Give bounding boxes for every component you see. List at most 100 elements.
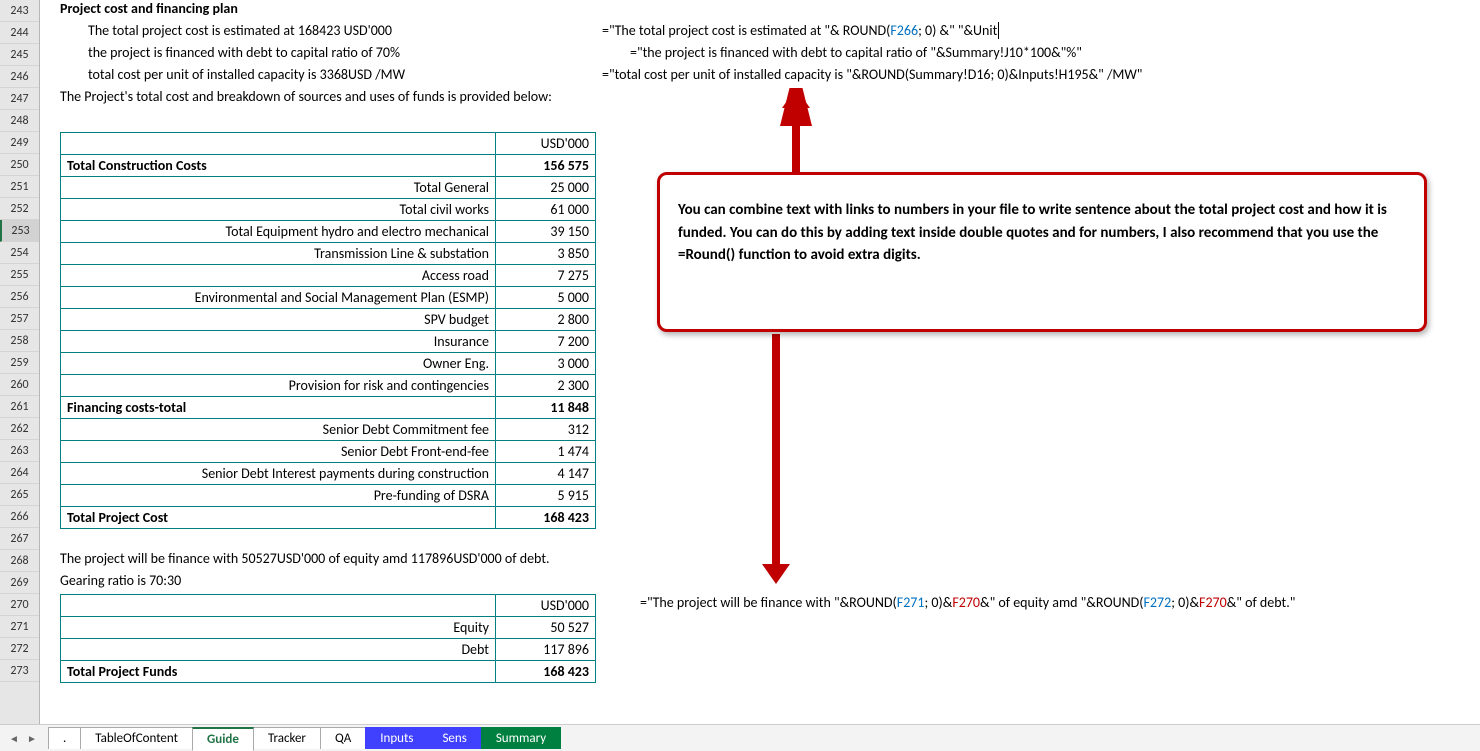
row-header[interactable]: 265 [0,484,39,506]
table-header-unit: USD'000 [496,133,596,155]
arrow-up-icon [776,88,816,178]
row-header[interactable]: 267 [0,528,39,550]
tab-tableofcontent[interactable]: TableOfContent [80,727,193,749]
help-callout: You can combine text with links to numbe… [657,172,1427,332]
table-row: Provision for risk and contingencies2 30… [61,375,596,397]
row-header[interactable]: 252 [0,198,39,220]
cost-label: Pre-funding of DSRA [61,485,496,507]
cost-label: Owner Eng. [61,353,496,375]
table-row: Total Project Cost168 423 [61,507,596,529]
row-header[interactable]: 263 [0,440,39,462]
narrative-line-6: Gearing ratio is 70:30 [60,572,181,589]
cost-value: 3 000 [496,353,596,375]
table-row: Owner Eng.3 000 [61,353,596,375]
cost-value: 312 [496,419,596,441]
section-heading: Project cost and financing plan [60,0,238,17]
funds-value: 117 896 [496,639,596,661]
cost-table: USD'000 Total Construction Costs156 575T… [60,132,596,529]
cost-label: Total Project Cost [61,507,496,529]
table-row: Insurance7 200 [61,331,596,353]
row-header[interactable]: 271 [0,616,39,638]
table-row: Total civil works61 000 [61,199,596,221]
table-row: Senior Debt Front-end-fee1 474 [61,441,596,463]
cost-label: Total civil works [61,199,496,221]
cost-value: 7 275 [496,265,596,287]
narrative-line-4: The Project's total cost and breakdown o… [60,88,552,105]
row-header[interactable]: 270 [0,594,39,616]
row-header[interactable]: 257 [0,308,39,330]
row-header[interactable]: 247 [0,88,39,110]
row-header[interactable]: 255 [0,264,39,286]
row-header[interactable]: 259 [0,352,39,374]
row-header-gutter: 2432442452462472482492502512522532542552… [0,0,40,724]
cost-label: Senior Debt Commitment fee [61,419,496,441]
spreadsheet-cells[interactable]: Project cost and financing plan The tota… [40,0,1480,724]
table-row: SPV budget2 800 [61,309,596,331]
row-header[interactable]: 246 [0,66,39,88]
cost-label: Provision for risk and contingencies [61,375,496,397]
cost-value: 156 575 [496,155,596,177]
funds-table: USD'000 Equity50 527Debt117 896Total Pro… [60,594,596,683]
tab-dot[interactable]: . [48,727,81,749]
cost-value: 1 474 [496,441,596,463]
cost-label: Access road [61,265,496,287]
cost-label: Senior Debt Interest payments during con… [61,463,496,485]
tab-inputs[interactable]: Inputs [365,727,428,749]
formula-display-4: ="The project will be finance with "&ROU… [640,594,1295,611]
sheet-tab-bar: ◄ ► . TableOfContent Guide Tracker QA In… [0,724,1480,751]
row-header[interactable]: 269 [0,572,39,594]
row-header[interactable]: 251 [0,176,39,198]
row-header[interactable]: 244 [0,22,39,44]
funds-value: 50 527 [496,617,596,639]
cost-value: 39 150 [496,221,596,243]
row-header[interactable]: 260 [0,374,39,396]
tab-nav-prev-icon[interactable]: ◄ [6,730,22,746]
row-header[interactable]: 268 [0,550,39,572]
table-row: Total Project Funds168 423 [61,661,596,683]
row-header[interactable]: 273 [0,660,39,682]
row-header[interactable]: 256 [0,286,39,308]
tab-qa[interactable]: QA [320,727,366,749]
cost-value: 25 000 [496,177,596,199]
narrative-line-1: The total project cost is estimated at 1… [60,22,392,39]
row-header[interactable]: 248 [0,110,39,132]
cost-value: 168 423 [496,507,596,529]
row-header[interactable]: 261 [0,396,39,418]
table-header-blank [61,133,496,155]
table-row: Financing costs-total11 848 [61,397,596,419]
cost-value: 5 000 [496,287,596,309]
tab-summary[interactable]: Summary [481,727,561,749]
narrative-line-5: The project will be finance with 50527US… [60,550,550,567]
funds-label: Total Project Funds [61,661,496,683]
row-header[interactable]: 254 [0,242,39,264]
cost-label: Senior Debt Front-end-fee [61,441,496,463]
arrow-down-icon [756,334,796,584]
cost-label: Insurance [61,331,496,353]
tab-sens[interactable]: Sens [427,727,481,749]
formula-display-1: ="The total project cost is estimated at… [602,22,999,39]
table-row: Environmental and Social Management Plan… [61,287,596,309]
row-header[interactable]: 262 [0,418,39,440]
table2-header-blank [61,595,496,617]
row-header[interactable]: 245 [0,44,39,66]
cost-value: 2 800 [496,309,596,331]
cost-label: SPV budget [61,309,496,331]
cost-value: 3 850 [496,243,596,265]
row-header[interactable]: 264 [0,462,39,484]
tab-guide[interactable]: Guide [192,727,254,751]
tab-tracker[interactable]: Tracker [253,727,321,749]
funds-value: 168 423 [496,661,596,683]
tab-nav-next-icon[interactable]: ► [24,730,40,746]
narrative-line-3: total cost per unit of installed capacit… [60,66,405,83]
row-header[interactable]: 272 [0,638,39,660]
cost-label: Total Equipment hydro and electro mechan… [61,221,496,243]
row-header[interactable]: 266 [0,506,39,528]
row-header[interactable]: 249 [0,132,39,154]
formula-display-3: ="total cost per unit of installed capac… [602,66,1142,83]
row-header[interactable]: 243 [0,0,39,22]
row-header[interactable]: 253 [0,220,39,242]
formula-display-2: ="the project is financed with debt to c… [630,44,1082,61]
row-header[interactable]: 250 [0,154,39,176]
row-header[interactable]: 258 [0,330,39,352]
cost-value: 11 848 [496,397,596,419]
